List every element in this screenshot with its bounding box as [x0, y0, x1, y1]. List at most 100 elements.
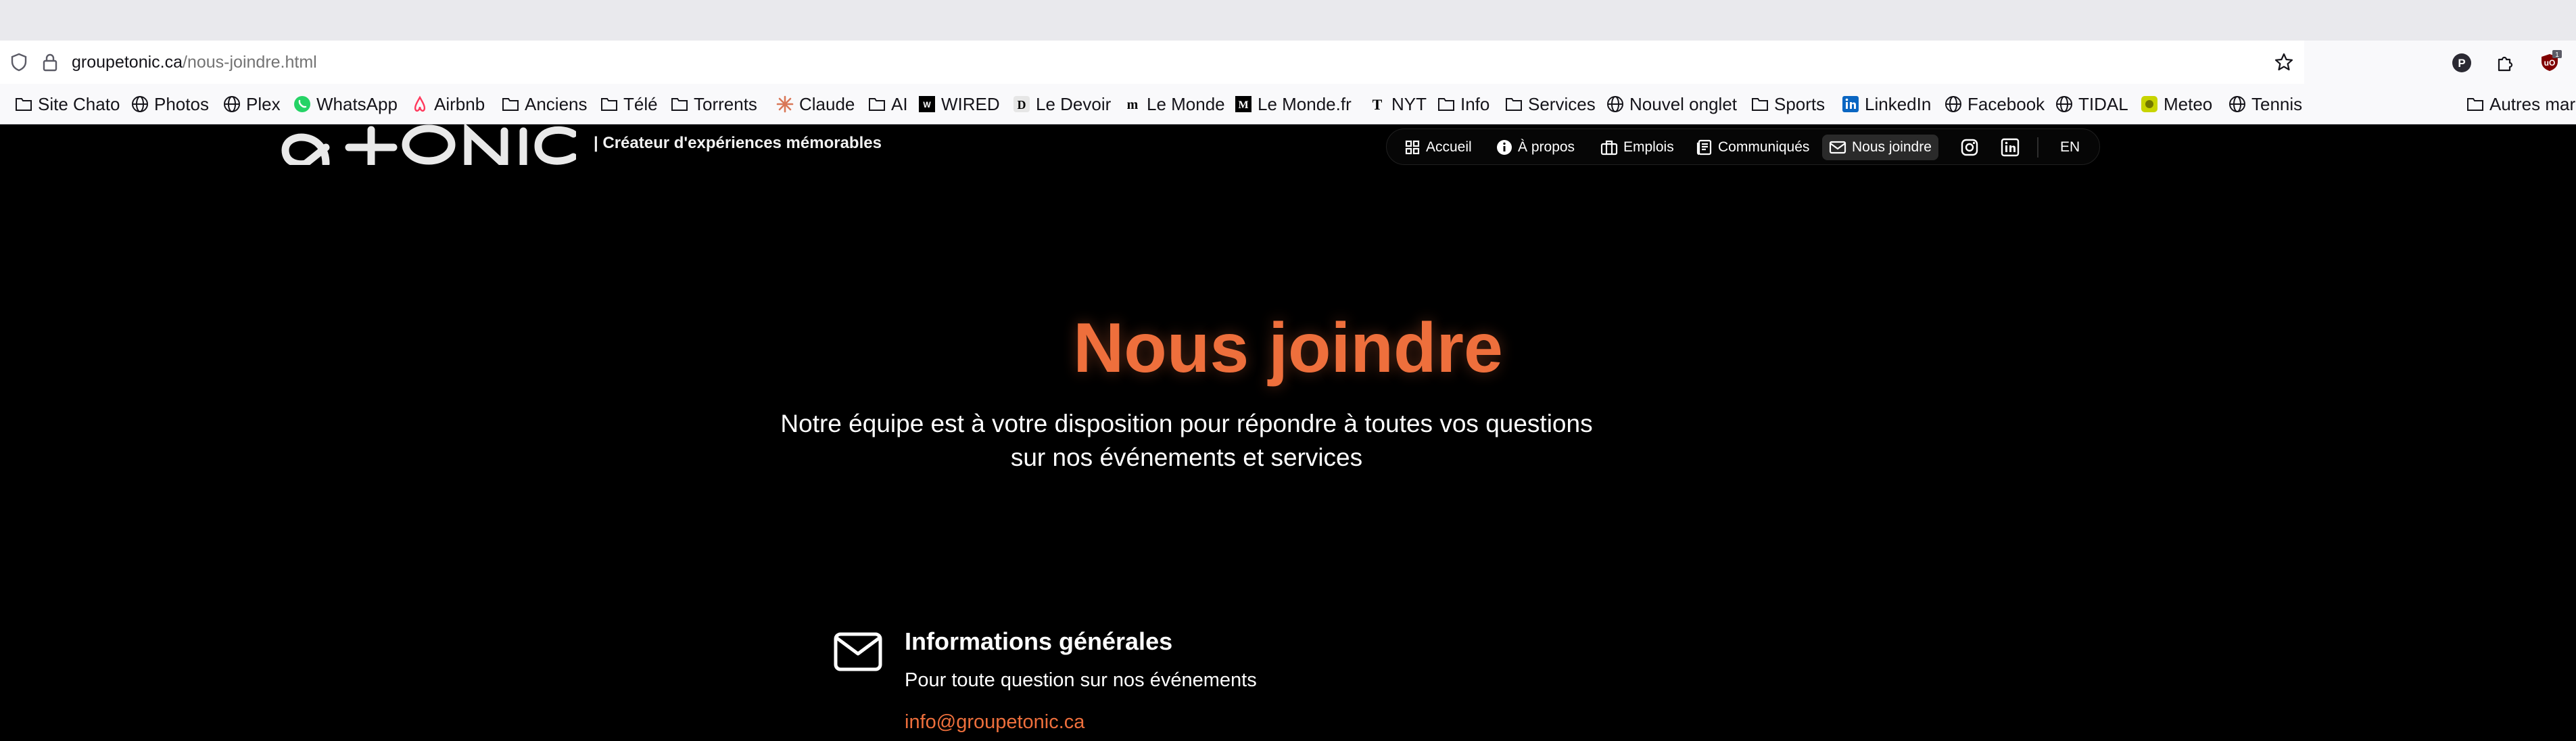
bookmark-item[interactable]: Nouvel onglet: [1606, 84, 1737, 124]
bookmark-item[interactable]: Claude: [776, 84, 855, 124]
svg-text:T: T: [1373, 96, 1383, 113]
nav-linkedin[interactable]: [1997, 135, 2024, 160]
bookmark-item[interactable]: m Le Monde: [1124, 84, 1225, 124]
bookmark-item[interactable]: Anciens: [502, 84, 588, 124]
nav-accueil[interactable]: Accueil: [1398, 135, 1479, 160]
bookmarks-toolbar: Site Chato Photos Plex WhatsApp Airbnb Ancien…: [0, 84, 2576, 124]
profile-p-icon[interactable]: P: [2452, 53, 2472, 73]
page-content: | Créateur d'expériences mémorables Accu…: [0, 124, 2576, 741]
grid-icon: [1405, 140, 1420, 155]
nav-label: Communiqués: [1718, 139, 1810, 155]
bookmark-label: TIDAL: [2078, 93, 2128, 114]
nav-communiques[interactable]: Communiqués: [1690, 135, 1816, 160]
nav-nous-joindre[interactable]: Nous joindre: [1822, 135, 1938, 160]
svg-text:D: D: [1018, 98, 1026, 112]
globe-icon: [1945, 95, 1962, 113]
nav-label: Emplois: [1623, 139, 1674, 155]
bookmark-item[interactable]: Photos: [131, 84, 209, 124]
page-subtitle-line-2: sur nos événements et services: [1010, 444, 1363, 471]
bookmark-item[interactable]: WhatsApp: [293, 84, 398, 124]
bookmark-item[interactable]: W WIRED: [918, 84, 1000, 124]
bookmark-item[interactable]: Torrents: [671, 84, 757, 124]
le-monde-fr-icon: M: [1235, 95, 1252, 113]
nav-a-propos[interactable]: À propos: [1489, 135, 1581, 160]
newspaper-icon: [1696, 139, 1712, 156]
bookmark-label: Sports: [1774, 93, 1826, 114]
bookmark-item[interactable]: T NYT: [1368, 84, 1427, 124]
bookmark-label: Anciens: [525, 93, 588, 114]
bookmark-item[interactable]: D Le Devoir: [1013, 84, 1111, 124]
bookmark-label: Photos: [154, 93, 209, 114]
bookmark-item[interactable]: Services: [1505, 84, 1596, 124]
bookmark-item[interactable]: Meteo: [2141, 84, 2212, 124]
bookmark-label: Tennis: [2251, 93, 2303, 114]
contact-section-description: Pour toute question sur nos événements: [905, 669, 1257, 691]
nav-label: Nous joindre: [1852, 139, 1932, 155]
claude-icon: [776, 95, 794, 113]
briefcase-icon: [1600, 140, 1618, 156]
extensions-puzzle-icon[interactable]: [2495, 53, 2515, 73]
bookmark-label: Services: [1528, 93, 1596, 114]
mail-icon: [1829, 141, 1846, 154]
globe-icon: [2228, 95, 2246, 113]
nav-instagram[interactable]: [1956, 135, 1983, 160]
nav-label: À propos: [1518, 139, 1575, 155]
bookmark-item[interactable]: Site Chato: [15, 84, 120, 124]
url-text[interactable]: groupetonic.ca/nous-joindre.html: [72, 41, 317, 84]
folder-icon: [1437, 95, 1455, 113]
bookmark-label: WIRED: [941, 93, 1000, 114]
bookmark-label: Info: [1460, 93, 1490, 114]
bookmark-other-bookmarks[interactable]: Autres mar: [2466, 84, 2576, 124]
url-path: /nous-joindre.html: [183, 53, 317, 72]
nav-label: Accueil: [1426, 139, 1472, 155]
svg-text:uO: uO: [2544, 58, 2556, 68]
linkedin-icon: [2001, 138, 2020, 157]
bookmark-label: Nouvel onglet: [1629, 93, 1737, 114]
nav-emplois[interactable]: Emplois: [1594, 135, 1681, 160]
bookmark-item[interactable]: M Le Monde.fr: [1235, 84, 1352, 124]
ublock-extension-icon[interactable]: uO 1: [2538, 50, 2562, 74]
bookmark-item[interactable]: Tennis: [2228, 84, 2302, 124]
whatsapp-icon: [293, 95, 311, 113]
le-devoir-icon: D: [1013, 95, 1030, 113]
browser-toolbar: groupetonic.ca/nous-joindre.html P uO 1: [0, 41, 2576, 84]
folder-icon: [15, 95, 32, 113]
language-toggle[interactable]: EN: [2053, 135, 2086, 160]
bookmark-label: Plex: [246, 93, 281, 114]
nyt-icon: T: [1368, 95, 1386, 113]
bookmark-item[interactable]: TIDAL: [2055, 84, 2128, 124]
envelope-icon: [834, 632, 882, 671]
tracking-protection-shield-icon[interactable]: [9, 53, 28, 72]
site-tagline: | Créateur d'expériences mémorables: [594, 134, 882, 152]
folder-icon: [671, 95, 688, 113]
bookmark-item[interactable]: Sports: [1751, 84, 1825, 124]
bookmark-item[interactable]: Info: [1437, 84, 1489, 124]
bookmark-item[interactable]: LinkedIn: [1842, 84, 1931, 124]
lock-icon[interactable]: [41, 53, 59, 72]
site-navigation: Accueil À propos Emplois Communiqués Nou…: [1386, 128, 2100, 165]
info-icon: [1497, 140, 1512, 155]
page-subtitle-line-1: Notre équipe est à votre disposition pou…: [780, 410, 1593, 437]
folder-icon: [600, 95, 618, 113]
nav-separator: [2037, 137, 2038, 158]
globe-icon: [131, 95, 149, 113]
linkedin-icon: [1842, 95, 1859, 113]
tonic-logo[interactable]: [279, 124, 576, 165]
bookmark-star-icon[interactable]: [2273, 51, 2295, 73]
globe-icon: [2055, 95, 2073, 113]
bookmark-item[interactable]: Airbnb: [411, 84, 485, 124]
bookmark-item[interactable]: Plex: [223, 84, 281, 124]
globe-icon: [223, 95, 241, 113]
bookmark-item[interactable]: Télé: [600, 84, 658, 124]
bookmark-label: Facebook: [1967, 93, 2045, 114]
folder-icon: [868, 95, 886, 113]
svg-text:W: W: [923, 100, 931, 110]
address-bar[interactable]: groupetonic.ca/nous-joindre.html: [0, 41, 2304, 84]
bookmark-label: WhatsApp: [316, 93, 398, 114]
bookmark-label: Torrents: [694, 93, 757, 114]
svg-text:M: M: [1238, 99, 1248, 111]
bookmark-item[interactable]: AI: [868, 84, 908, 124]
contact-email-link[interactable]: info@groupetonic.ca: [905, 711, 1084, 734]
bookmark-item[interactable]: Facebook: [1945, 84, 2045, 124]
bookmark-label: NYT: [1391, 93, 1427, 114]
